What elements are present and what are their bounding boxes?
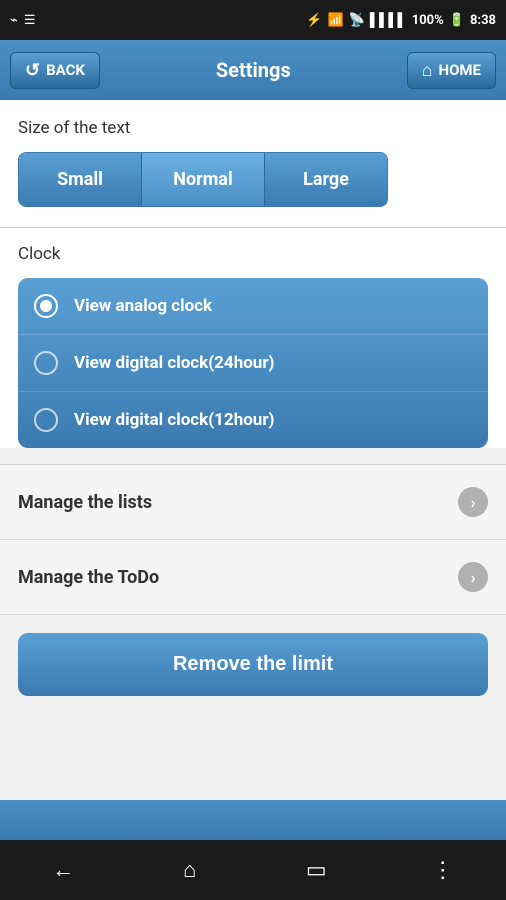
bluetooth-icon: ⚡: [306, 13, 322, 28]
home-icon: ⌂: [422, 60, 433, 81]
text-size-button-group: Small Normal Large: [18, 152, 388, 207]
manage-todo-item[interactable]: Manage the ToDo ›: [0, 540, 506, 615]
back-nav-icon: ←: [52, 857, 74, 883]
bars-icon: ▌▌▌▌: [370, 12, 407, 28]
digital-12-option[interactable]: View digital clock(12hour): [18, 392, 488, 448]
status-right-icons: ⚡ 📶 📡 ▌▌▌▌ 100% 🔋 8:38: [306, 12, 496, 28]
status-bar: ⌁ ☰ ⚡ 📶 📡 ▌▌▌▌ 100% 🔋 8:38: [0, 0, 506, 40]
digital-24-label: View digital clock(24hour): [74, 353, 275, 373]
manage-todo-chevron: ›: [458, 562, 488, 592]
back-label: BACK: [46, 61, 85, 79]
digital-24-radio[interactable]: [34, 351, 58, 375]
digital-12-label: View digital clock(12hour): [74, 410, 275, 430]
small-size-button[interactable]: Small: [19, 153, 142, 206]
home-button[interactable]: ⌂ HOME: [407, 52, 496, 89]
battery-icon: 🔋: [449, 13, 465, 28]
remove-limit-section: Remove the limit: [0, 615, 506, 714]
battery-text: 100%: [412, 13, 444, 28]
manage-todo-label: Manage the ToDo: [18, 567, 159, 588]
bottom-strip: [0, 800, 506, 840]
remove-limit-button[interactable]: Remove the limit: [18, 633, 488, 696]
clock-section-label: Clock: [18, 244, 488, 264]
text-size-label: Size of the text: [18, 118, 488, 138]
normal-size-button[interactable]: Normal: [142, 153, 265, 206]
large-size-button[interactable]: Large: [265, 153, 387, 206]
menu-nav-button[interactable]: ⋮: [418, 845, 468, 895]
signal-icon: 📶: [328, 13, 344, 28]
manage-lists-item[interactable]: Manage the lists ›: [0, 465, 506, 540]
nav-bar: ↺ BACK Settings ⌂ HOME: [0, 40, 506, 100]
analog-clock-label: View analog clock: [74, 296, 212, 316]
home-nav-button[interactable]: ⌂: [165, 845, 215, 895]
manage-lists-label: Manage the lists: [18, 492, 152, 513]
back-button[interactable]: ↺ BACK: [10, 52, 100, 89]
analog-clock-radio[interactable]: [34, 294, 58, 318]
recents-nav-button[interactable]: ▭: [291, 845, 341, 895]
clock-section: Clock View analog clock View digital clo…: [18, 228, 488, 448]
main-content: Size of the text Small Normal Large Cloc…: [0, 100, 506, 448]
time-display: 8:38: [470, 13, 496, 28]
text-size-section: Size of the text Small Normal Large: [18, 118, 488, 207]
digital-24-option[interactable]: View digital clock(24hour): [18, 335, 488, 392]
back-nav-button[interactable]: ←: [38, 845, 88, 895]
digital-12-radio[interactable]: [34, 408, 58, 432]
usb-icon: ⌁: [10, 13, 18, 28]
home-label: HOME: [438, 61, 481, 79]
clock-options-group: View analog clock View digital clock(24h…: [18, 278, 488, 448]
menu-nav-icon: ⋮: [432, 858, 454, 883]
page-title: Settings: [216, 58, 291, 82]
manage-lists-chevron: ›: [458, 487, 488, 517]
home-nav-icon: ⌂: [183, 857, 196, 883]
bottom-nav: ← ⌂ ▭ ⋮: [0, 840, 506, 900]
wifi-icon: 📡: [349, 13, 365, 28]
analog-clock-option[interactable]: View analog clock: [18, 278, 488, 335]
android-icon: ☰: [24, 13, 36, 28]
status-left-icons: ⌁ ☰: [10, 13, 35, 28]
recents-nav-icon: ▭: [306, 858, 327, 883]
back-icon: ↺: [25, 60, 40, 81]
